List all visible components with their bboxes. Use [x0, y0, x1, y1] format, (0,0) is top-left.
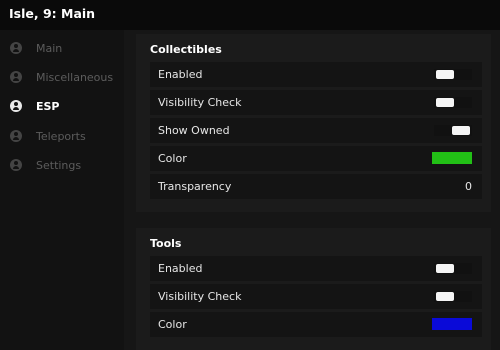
tools-enabled-toggle[interactable] — [434, 263, 472, 274]
collectibles-color-row[interactable]: Color — [150, 146, 482, 171]
row-label: Enabled — [158, 68, 203, 81]
toggle-knob — [436, 264, 454, 273]
sidebar-item-label: ESP — [36, 99, 60, 113]
user-circle-icon — [10, 130, 22, 142]
toggle-knob — [436, 98, 454, 107]
transparency-value[interactable]: 0 — [465, 180, 472, 193]
sidebar: Main Miscellaneous ESP Teleports Setting… — [0, 30, 124, 350]
section-title: Collectibles — [150, 43, 222, 56]
tools-panel: Tools Enabled Visibility Check Color — [136, 228, 491, 350]
toggle-knob — [452, 126, 470, 135]
user-circle-icon — [10, 71, 22, 83]
sidebar-item-miscellaneous[interactable]: Miscellaneous — [10, 68, 122, 86]
row-label: Color — [158, 318, 187, 331]
collectibles-show-owned-row[interactable]: Show Owned — [150, 118, 482, 143]
collectibles-panel: Collectibles Enabled Visibility Check Sh… — [136, 34, 491, 212]
tools-enabled-row[interactable]: Enabled — [150, 256, 482, 281]
row-label: Color — [158, 152, 187, 165]
collectibles-show-owned-toggle[interactable] — [434, 125, 472, 136]
sidebar-item-main[interactable]: Main — [10, 39, 122, 57]
sidebar-item-label: Miscellaneous — [36, 70, 114, 84]
row-label: Visibility Check — [158, 96, 242, 109]
sidebar-item-esp[interactable]: ESP — [10, 97, 122, 115]
tools-visibility-check-toggle[interactable] — [434, 291, 472, 302]
sidebar-item-label: Main — [36, 41, 63, 55]
row-label: Visibility Check — [158, 290, 242, 303]
tools-color-swatch[interactable] — [432, 318, 472, 330]
toggle-knob — [436, 292, 454, 301]
section-title: Tools — [150, 237, 182, 250]
collectibles-transparency-row[interactable]: Transparency 0 — [150, 174, 482, 199]
tools-color-row[interactable]: Color — [150, 312, 482, 337]
collectibles-color-swatch[interactable] — [432, 152, 472, 164]
row-label: Transparency — [158, 180, 232, 193]
sidebar-item-settings[interactable]: Settings — [10, 156, 122, 174]
collectibles-visibility-check-toggle[interactable] — [434, 97, 472, 108]
user-circle-icon — [10, 159, 22, 171]
collectibles-enabled-toggle[interactable] — [434, 69, 472, 80]
toggle-knob — [436, 70, 454, 79]
user-circle-icon — [10, 42, 22, 54]
row-label: Show Owned — [158, 124, 230, 137]
sidebar-item-teleports[interactable]: Teleports — [10, 127, 122, 145]
user-circle-icon — [10, 100, 22, 112]
collectibles-enabled-row[interactable]: Enabled — [150, 62, 482, 87]
collectibles-visibility-check-row[interactable]: Visibility Check — [150, 90, 482, 115]
row-label: Enabled — [158, 262, 203, 275]
sidebar-item-label: Settings — [36, 158, 82, 172]
sidebar-item-label: Teleports — [36, 129, 86, 143]
main-content: Collectibles Enabled Visibility Check Sh… — [124, 30, 500, 350]
title-bar: Isle, 9: Main — [0, 0, 500, 30]
window-title: Isle, 9: Main — [9, 6, 96, 21]
tools-visibility-check-row[interactable]: Visibility Check — [150, 284, 482, 309]
